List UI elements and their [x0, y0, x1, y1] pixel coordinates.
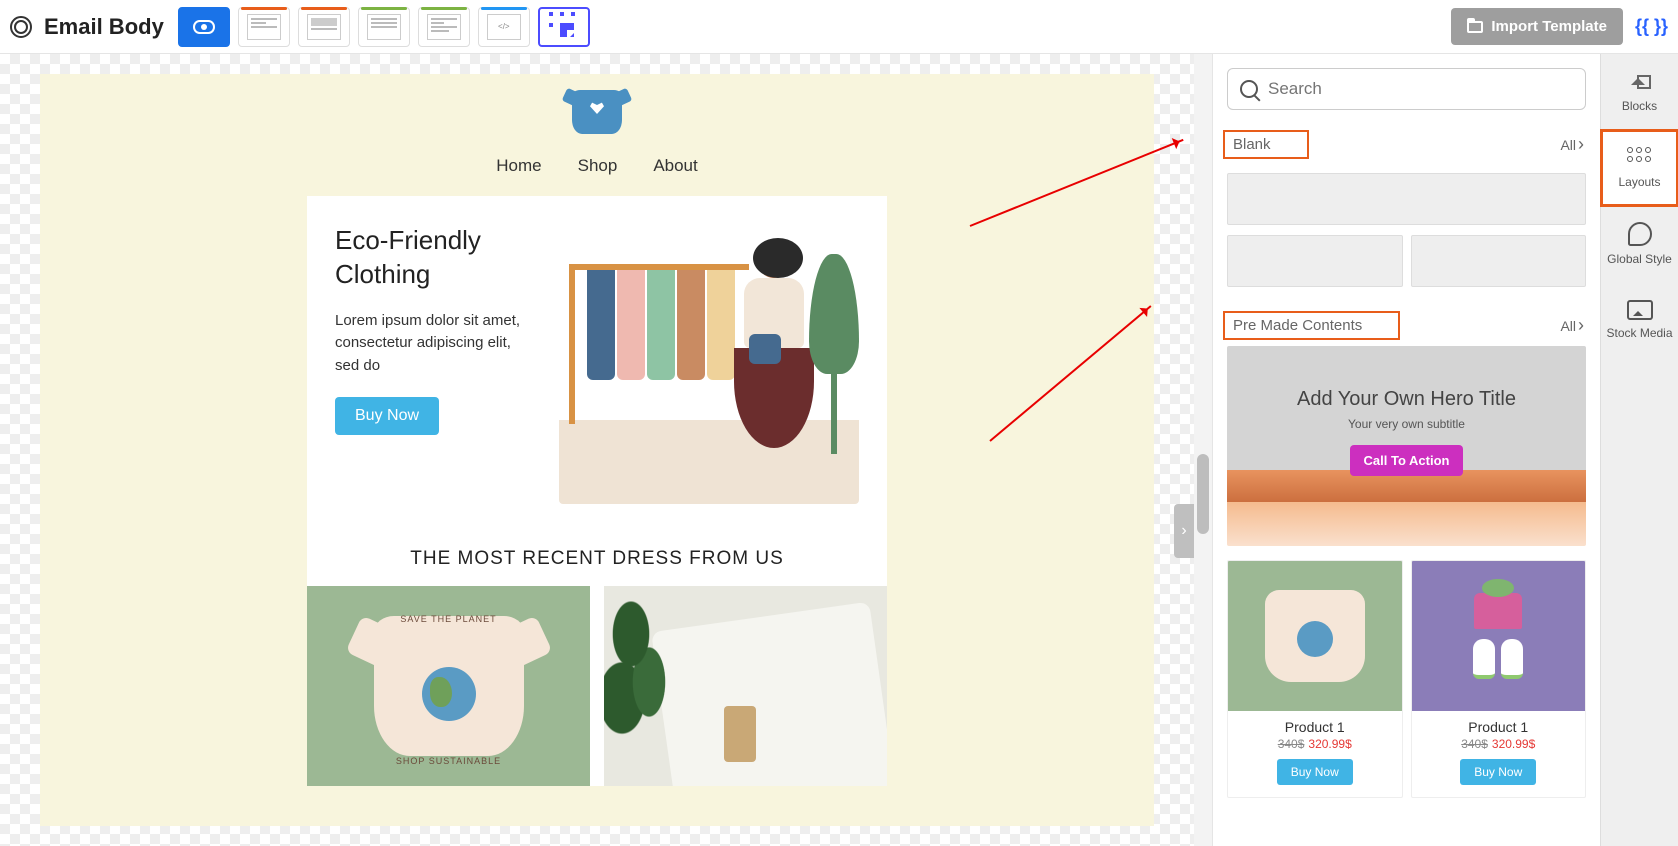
blank-section-header: Blank All: [1227, 124, 1586, 165]
code-view-toggle[interactable]: </>: [478, 7, 530, 47]
layout-variant-2[interactable]: [298, 7, 350, 47]
premade-products-block[interactable]: Product 1 340$320.99$ Buy Now Product 1 …: [1227, 560, 1586, 798]
page-title: Email Body: [44, 14, 164, 40]
nav-about[interactable]: About: [653, 156, 697, 176]
hero-cta-button[interactable]: Buy Now: [335, 397, 439, 435]
product-image-1: SAVE THE PLANET SHOP SUSTAINABLE: [307, 586, 590, 786]
rail-global-style[interactable]: Global Style: [1601, 206, 1678, 282]
folder-icon: [1467, 21, 1483, 33]
merge-tags-button[interactable]: {{ }}: [1635, 16, 1668, 37]
rail-layouts[interactable]: Layouts: [1601, 130, 1678, 206]
collapse-panel-button[interactable]: ›: [1174, 504, 1194, 558]
hero-card: Eco-Friendly Clothing Lorem ipsum dolor …: [307, 196, 887, 532]
import-label: Import Template: [1491, 18, 1607, 35]
preview-toggle[interactable]: [178, 7, 230, 47]
premade-hero-block[interactable]: Add Your Own Hero Title Your very own su…: [1227, 346, 1586, 546]
product-1-buy: Buy Now: [1277, 759, 1353, 785]
hero-illustration: [559, 224, 859, 504]
premade-label: Pre Made Contents: [1223, 311, 1400, 340]
top-toolbar: Email Body </> Import Template {{ }}: [0, 0, 1678, 54]
hero-preview-subtitle: Your very own subtitle: [1348, 417, 1465, 431]
search-input[interactable]: [1268, 79, 1573, 99]
nav-home[interactable]: Home: [496, 156, 541, 176]
grid-icon: [549, 12, 579, 42]
product-card-2: Product 1 340$320.99$ Buy Now: [1411, 560, 1587, 798]
layout-variant-1[interactable]: [238, 7, 290, 47]
blank-label: Blank: [1223, 130, 1309, 159]
layout-variant-4[interactable]: [418, 7, 470, 47]
hero-title: Eco-Friendly Clothing: [335, 224, 539, 292]
rail-blocks[interactable]: Blocks: [1601, 54, 1678, 130]
blank-layout-half-2[interactable]: [1411, 235, 1587, 287]
product-2-buy: Buy Now: [1460, 759, 1536, 785]
search-icon: [1240, 80, 1258, 98]
app-logo-icon: [10, 16, 32, 38]
product-row: SAVE THE PLANET SHOP SUSTAINABLE: [307, 586, 887, 786]
email-preview: Home Shop About Eco-Friendly Clothing Lo…: [40, 74, 1154, 826]
hero-preview-cta: Call To Action: [1350, 445, 1464, 476]
premade-section-header: Pre Made Contents All: [1227, 305, 1586, 346]
email-nav: Home Shop About: [496, 156, 698, 176]
layouts-panel: Blank All Pre Made Contents All Add Your…: [1212, 54, 1600, 846]
product-image-2: [604, 586, 887, 786]
import-template-button[interactable]: Import Template: [1451, 8, 1623, 45]
section-heading: THE MOST RECENT DRESS FROM US: [307, 532, 887, 586]
premade-all-link[interactable]: All: [1560, 315, 1584, 336]
layout-variant-3[interactable]: [358, 7, 410, 47]
layouts-icon: [1627, 147, 1653, 169]
hero-body: Lorem ipsum dolor sit amet, consectetur …: [335, 310, 539, 378]
image-icon: [1627, 300, 1653, 320]
scrollbar-thumb[interactable]: [1197, 454, 1209, 534]
product-card-1: Product 1 340$320.99$ Buy Now: [1227, 560, 1403, 798]
email-canvas[interactable]: Home Shop About Eco-Friendly Clothing Lo…: [0, 54, 1194, 846]
eye-icon: [193, 20, 215, 34]
blank-all-link[interactable]: All: [1560, 134, 1584, 155]
shapes-icon: [1627, 71, 1653, 93]
palette-icon: [1628, 222, 1652, 246]
blank-layout-full[interactable]: [1227, 173, 1586, 225]
nav-shop[interactable]: Shop: [578, 156, 618, 176]
search-box[interactable]: [1227, 68, 1586, 110]
rail-stock-media[interactable]: Stock Media: [1601, 282, 1678, 358]
hero-preview-title: Add Your Own Hero Title: [1297, 388, 1516, 411]
block-picker-toggle[interactable]: [538, 7, 590, 47]
brand-logo-icon: [572, 90, 622, 134]
right-rail: Blocks Layouts Global Style Stock Media: [1600, 54, 1678, 846]
canvas-scrollbar[interactable]: [1194, 54, 1212, 846]
blank-layout-half-1[interactable]: [1227, 235, 1403, 287]
blank-layouts-list: [1227, 173, 1586, 287]
